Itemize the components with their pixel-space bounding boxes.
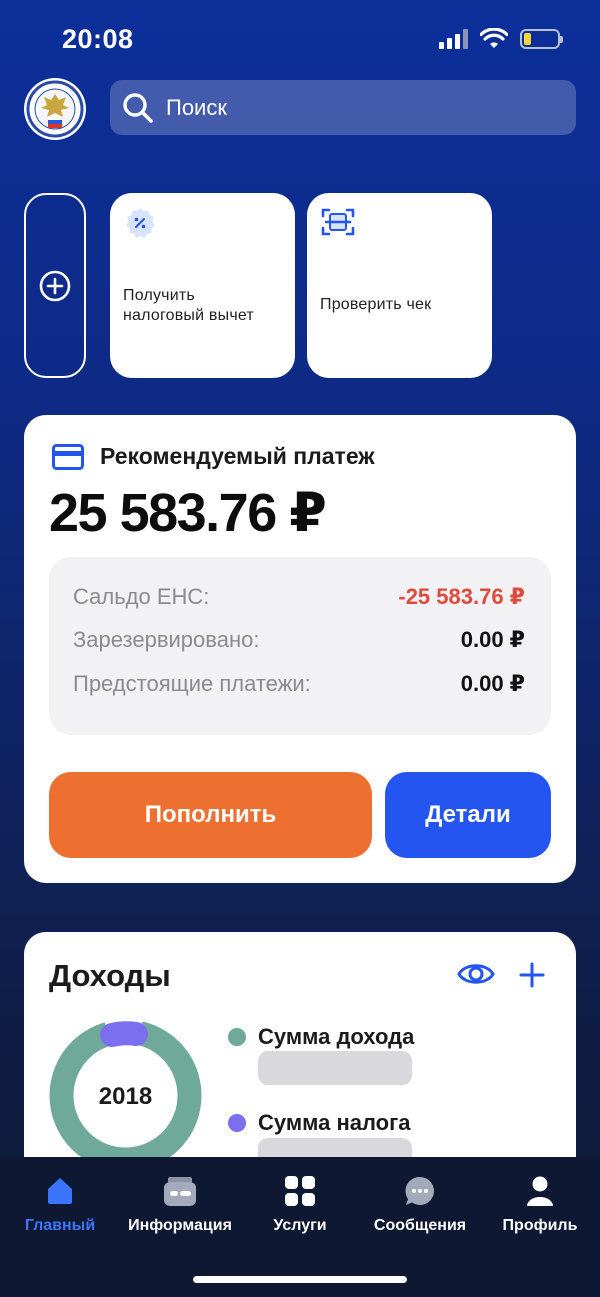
summary-row-balance: Сальдо ЕНС: -25 583.76 ₽ (73, 584, 525, 610)
search-icon (123, 92, 153, 123)
legend-income: Сумма дохода (228, 1024, 414, 1050)
income-amount-placeholder (258, 1051, 412, 1085)
balance-summary: Сальдо ЕНС: -25 583.76 ₽ Зарезервировано… (49, 557, 551, 735)
tile-tax-deduction-label: Получить налоговый вычет (123, 287, 254, 324)
tab-label: Главный (24, 1217, 96, 1234)
credit-card-icon (52, 443, 84, 470)
topup-button[interactable]: Пополнить (49, 772, 372, 858)
summary-value: 0.00 ₽ (460, 627, 525, 652)
summary-value: 0.00 ₽ (460, 671, 525, 696)
summary-value: -25 583.76 ₽ (398, 584, 525, 609)
tab-label: Услуги (273, 1217, 327, 1234)
info-card-icon (164, 1177, 196, 1206)
percent-badge-icon (126, 208, 155, 238)
grid-icon (285, 1176, 315, 1206)
tab-label: Профиль (502, 1217, 578, 1234)
tile-check-receipt-label: Проверить чек (320, 296, 432, 313)
search-input[interactable] (166, 94, 546, 121)
battery-icon (520, 29, 563, 49)
payment-title: Рекомендуемый платеж (100, 443, 375, 469)
tab-services[interactable]: Услуги (240, 1175, 360, 1235)
tab-messages[interactable]: Сообщения (360, 1175, 480, 1235)
summary-label: Сальдо ЕНС: (73, 584, 210, 609)
add-shortcut-button[interactable] (24, 193, 86, 378)
tab-label: Сообщения (373, 1217, 467, 1234)
tile-check-receipt[interactable]: Проверить чек (307, 193, 492, 378)
tab-label: Информация (128, 1217, 232, 1234)
home-indicator (193, 1276, 407, 1283)
tab-profile[interactable]: Профиль (480, 1175, 600, 1235)
recommended-payment-card: Рекомендуемый платеж 25 583.76 ₽ Сальдо … (24, 415, 576, 883)
chat-bubble-icon (405, 1176, 434, 1205)
plus-circle-icon (39, 270, 71, 301)
details-button[interactable]: Детали (385, 772, 551, 858)
income-title: Доходы (49, 958, 171, 993)
legend-dot (228, 1114, 246, 1132)
tile-tax-deduction[interactable]: Получить налоговый вычет (110, 193, 295, 378)
add-income-icon[interactable] (519, 962, 545, 988)
status-icons (439, 28, 563, 50)
income-donut-chart: 2018 (49, 1018, 202, 1172)
summary-label: Зарезервировано: (73, 627, 260, 652)
payment-header: Рекомендуемый платеж (52, 443, 375, 470)
user-icon (527, 1176, 553, 1206)
legend-label: Сумма налога (258, 1110, 411, 1135)
summary-row-reserved: Зарезервировано: 0.00 ₽ (73, 627, 525, 653)
summary-label: Предстоящие платежи: (73, 671, 311, 696)
summary-row-upcoming: Предстоящие платежи: 0.00 ₽ (73, 671, 525, 697)
payment-amount: 25 583.76 ₽ (49, 483, 327, 543)
legend-tax: Сумма налога (228, 1110, 411, 1136)
donut-year: 2018 (99, 1083, 152, 1110)
wifi-icon (480, 28, 508, 48)
home-icon (48, 1178, 72, 1204)
status-time: 20:08 (62, 24, 134, 54)
search-bar[interactable] (110, 80, 576, 135)
eye-icon[interactable] (457, 959, 495, 989)
signal-icon (439, 29, 468, 49)
tab-information[interactable]: Информация (120, 1175, 240, 1235)
tab-home[interactable]: Главный (0, 1175, 120, 1235)
donut-tax-segment (100, 1021, 148, 1047)
receipt-scan-icon (321, 208, 355, 236)
fns-logo (24, 78, 86, 140)
legend-dot (228, 1028, 246, 1046)
legend-label: Сумма дохода (258, 1024, 415, 1049)
